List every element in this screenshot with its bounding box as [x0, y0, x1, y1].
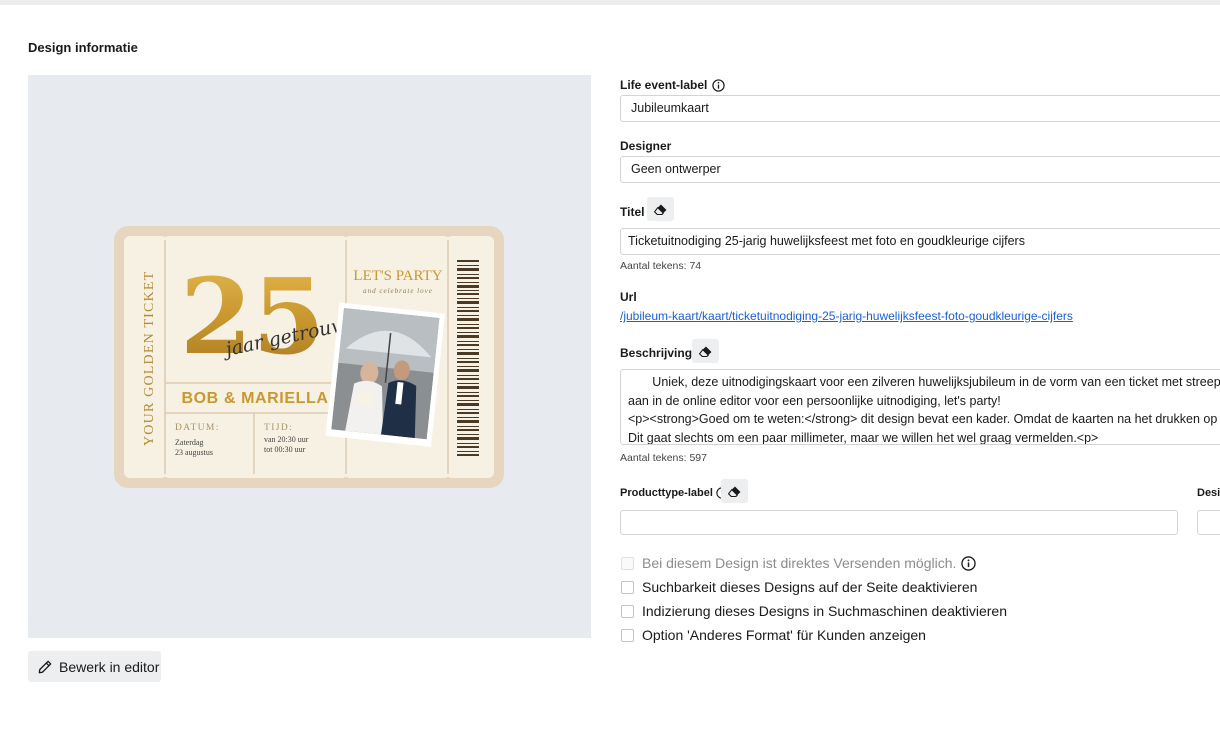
ticket-card-image: YOUR GOLDEN TICKET 25 jaar getrouwd BOB … [114, 226, 504, 488]
edit-in-editor-button[interactable]: Bewerk in editor [28, 651, 161, 682]
life-event-select[interactable]: Jubileumkaart [620, 95, 1220, 122]
design-input-cut[interactable] [1197, 510, 1220, 535]
card-number: 25 [180, 255, 325, 378]
beschrijving-label: Beschrijving [620, 346, 693, 360]
card-tijd-line1: van 20:30 uur [264, 435, 309, 444]
top-bar [0, 0, 1220, 5]
edit-button-label: Bewerk in editor [59, 658, 160, 675]
producttype-input[interactable] [620, 510, 1178, 535]
design-preview-panel: YOUR GOLDEN TICKET 25 jaar getrouwd BOB … [28, 75, 591, 638]
checkbox-row-other-format[interactable]: Option 'Anderes Format' für Kunden anzei… [621, 627, 926, 643]
titel-counter: Aantal tekens: 74 [620, 260, 702, 272]
info-icon[interactable] [961, 555, 977, 571]
info-icon[interactable] [712, 78, 726, 92]
indexing-checkbox[interactable] [621, 604, 634, 618]
direct-shipping-checkbox [621, 556, 634, 570]
card-datum-label: DATUM: [175, 423, 220, 433]
life-event-label: Life event-label [620, 78, 726, 92]
producttype-clear-button[interactable] [721, 479, 748, 503]
searchability-label: Suchbarkeit dieses Designs auf der Seite… [642, 579, 978, 595]
other-format-checkbox[interactable] [621, 628, 634, 642]
url-label: Url [620, 290, 637, 304]
life-event-label-text: Life event-label [620, 78, 708, 92]
card-side-text: YOUR GOLDEN TICKET [142, 271, 157, 446]
checkbox-row-indexing[interactable]: Indizierung dieses Designs in Suchmaschi… [621, 603, 1007, 619]
producttype-label: Producttype-label [620, 487, 728, 499]
searchability-checkbox[interactable] [621, 580, 634, 594]
designer-select[interactable]: Geen ontwerper [620, 156, 1220, 183]
pencil-icon [38, 660, 52, 673]
url-link[interactable]: /jubileum-kaart/kaart/ticketuitnodiging-… [620, 309, 1073, 323]
card-tijd-line2: tot 00:30 uur [264, 445, 306, 454]
beschrijving-counter: Aantal tekens: 597 [620, 452, 707, 464]
titel-input[interactable]: Ticketuitnodiging 25-jarig huwelijksfees… [620, 228, 1220, 255]
eraser-icon [699, 345, 712, 357]
checkbox-row-direct-shipping: Bei diesem Design ist direktes Versenden… [621, 555, 977, 571]
direct-shipping-label: Bei diesem Design ist direktes Versenden… [642, 555, 957, 571]
titel-clear-button[interactable] [647, 197, 674, 221]
other-format-label: Option 'Anderes Format' für Kunden anzei… [642, 627, 926, 643]
card-tijd-label: TIJD: [264, 423, 293, 433]
eraser-icon [728, 485, 741, 497]
beschrijving-clear-button[interactable] [692, 339, 719, 363]
producttype-label-text: Producttype-label [620, 487, 713, 499]
section-title: Design informatie [28, 40, 138, 55]
indexing-label: Indizierung dieses Designs in Suchmaschi… [642, 603, 1007, 619]
card-celebrate: and celebrate love [363, 287, 433, 295]
checkbox-row-searchability[interactable]: Suchbarkeit dieses Designs auf der Seite… [621, 579, 977, 595]
designer-label: Designer [620, 139, 672, 153]
card-names: BOB & MARIELLA [181, 390, 328, 407]
titel-label: Titel [620, 205, 645, 219]
card-lets-party: LET'S PARTY [353, 268, 442, 284]
eraser-icon [654, 203, 667, 215]
card-photo [325, 302, 445, 447]
card-datum-line2: 23 augustus [175, 448, 213, 457]
card-datum-line1: Zaterdag [175, 438, 203, 447]
beschrijving-textarea[interactable]: Uniek, deze uitnodigingskaart voor een z… [620, 369, 1220, 445]
design-label-cut: Desi [1197, 487, 1220, 499]
